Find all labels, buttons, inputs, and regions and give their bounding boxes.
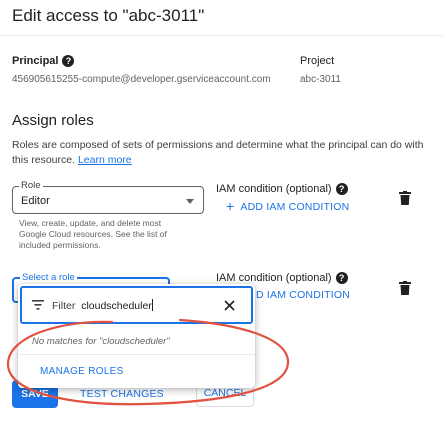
add-iam-condition-button[interactable]: D IAM CONDITION — [256, 289, 350, 301]
assign-roles-heading: Assign roles — [12, 112, 94, 129]
iam-condition-label-row: IAM condition (optional)? — [216, 183, 348, 196]
iam-condition-label-row: IAM condition (optional)? — [216, 272, 348, 285]
clear-icon[interactable] — [224, 300, 235, 311]
role-description-line: Google Cloud resources. See the list of — [19, 229, 167, 239]
title-divider — [0, 35, 443, 36]
iam-condition-label: IAM condition (optional) — [216, 183, 332, 195]
plus-icon: + — [226, 198, 235, 214]
dialog-title: Edit access to "abc-3011" — [12, 6, 205, 25]
iam-condition-label: IAM condition (optional) — [216, 272, 332, 284]
filter-text: Filter cloudscheduler — [52, 299, 153, 312]
role-select-label: Role — [19, 180, 43, 191]
filter-icon — [32, 300, 44, 310]
help-icon[interactable]: ? — [335, 183, 348, 196]
role-select[interactable]: Role Editor — [12, 180, 204, 214]
description-text: Roles are composed of sets of permission… — [12, 139, 424, 166]
highlight-annotation — [6, 318, 290, 406]
assign-roles-description: Roles are composed of sets of permission… — [12, 138, 432, 168]
add-iam-condition-button[interactable]: + ADD IAM CONDITION — [226, 198, 349, 214]
text-cursor — [151, 299, 153, 311]
principal-label: Principal — [12, 55, 59, 67]
select-role-label: Select a role — [20, 272, 77, 283]
role-description-line: View, create, update, and delete most — [19, 218, 162, 228]
delete-icon[interactable] — [399, 281, 411, 295]
project-value: abc-3011 — [300, 74, 341, 85]
role-description-line: included permissions. — [19, 240, 101, 250]
learn-more-link[interactable]: Learn more — [78, 154, 132, 166]
filter-value: cloudscheduler — [81, 300, 152, 312]
delete-icon[interactable] — [399, 191, 411, 205]
filter-label: Filter — [52, 300, 76, 312]
project-label: Project — [300, 55, 335, 67]
chevron-down-icon — [186, 199, 194, 204]
add-iam-condition-label: ADD IAM CONDITION — [240, 201, 350, 213]
role-description: View, create, update, and delete most Go… — [19, 218, 167, 251]
help-icon[interactable]: ? — [335, 272, 348, 285]
principal-value: 456905615255-compute@developer.gservicea… — [12, 74, 271, 85]
role-select-value: Editor — [21, 195, 50, 207]
help-icon[interactable]: ? — [62, 55, 75, 68]
principal-label-row: Principal? — [12, 55, 75, 68]
